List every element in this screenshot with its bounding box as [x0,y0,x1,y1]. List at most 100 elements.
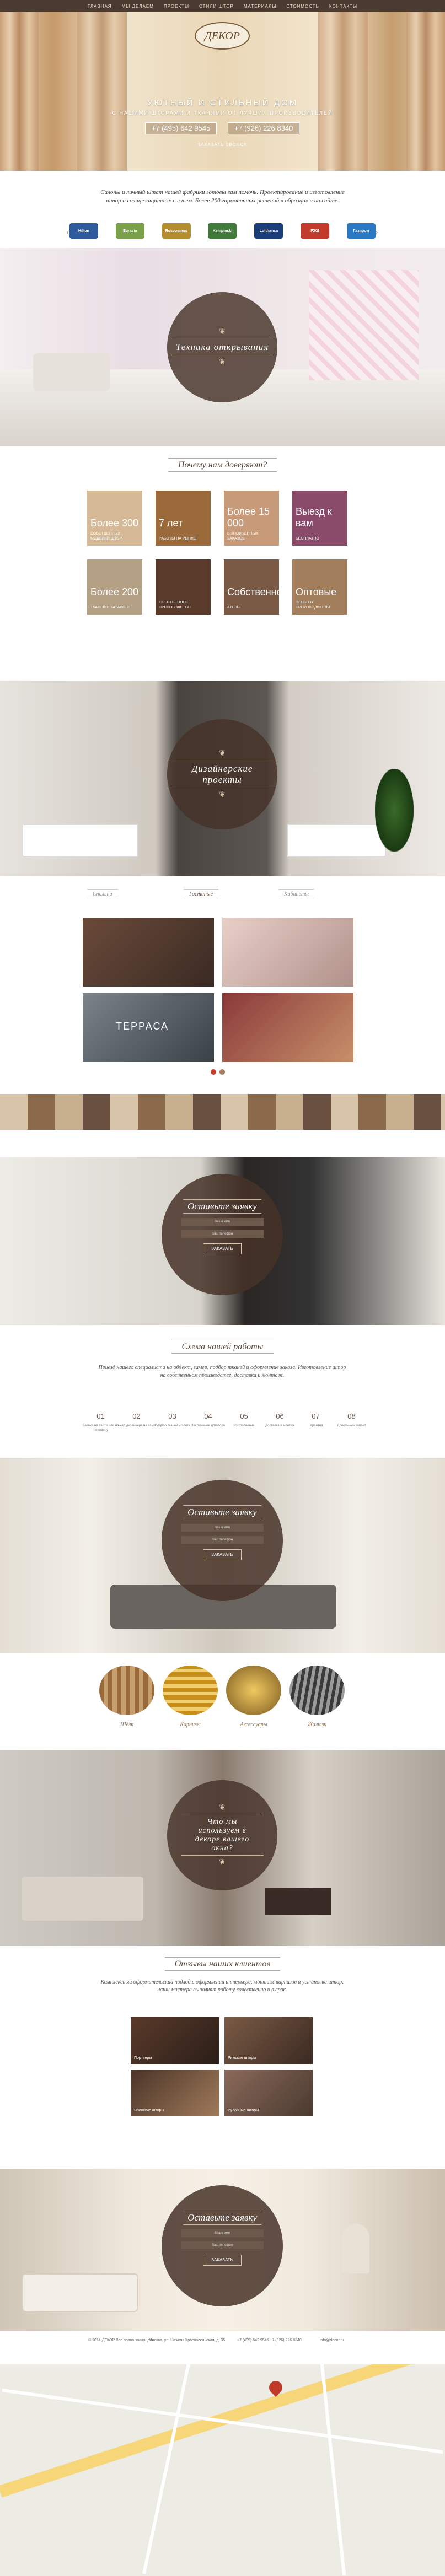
portfolio-text: Комплексный оформительский подход в офор… [100,1979,344,1993]
material-label: Жалюзи [307,1722,327,1728]
nav-item-materials[interactable]: МАТЕРИАЛЫ [244,4,277,9]
top-navigation: ГЛАВНАЯ МЫ ДЕЛАЕМ ПРОЕКТЫ СТИЛИ ШТОР МАТ… [0,0,445,12]
scheme-title: Схема нашей работы [171,1340,274,1354]
brand-logo[interactable]: ДЕКОР [195,22,250,50]
phone-1[interactable]: +7 (495) 642 9545 [145,122,217,134]
portfolio-label: Портьеры [134,2056,152,2060]
project-card[interactable] [83,918,214,987]
name-input[interactable]: Ваше имя [181,2229,264,2237]
why-tile: Более 15 000 выполненных заказов [224,491,279,546]
partner-logo: Газпром [346,223,376,239]
pillow [33,353,110,391]
material-label: Шёлк [120,1722,133,1728]
form-title: Оставьте заявку [183,2211,261,2225]
order-button[interactable]: ЗАКАЗАТЬ [203,1549,242,1560]
portfolio-card[interactable]: Рулонные шторы [224,2070,313,2116]
slider-dot-active[interactable] [211,1069,216,1075]
material-image[interactable] [163,1666,218,1715]
nav-item-price[interactable]: СТОИМОСТЬ [286,4,319,9]
material-image[interactable] [289,1666,345,1715]
partner-logo: Hilton [69,223,98,239]
floral-curtain [309,270,419,380]
name-input[interactable]: Ваше имя [181,1524,264,1532]
portfolio-label: Рулонные шторы [228,2109,259,2112]
sofa [22,1877,143,1921]
portfolio-label: Японские шторы [134,2109,164,2112]
gallery-strip [0,1094,445,1130]
intro-text: Салоны и личный штат нашей фабрики готов… [100,189,345,204]
project-card[interactable] [222,918,353,987]
ornament-icon: ❦ [219,750,226,758]
tile-number: Собственное [227,586,288,597]
portfolio-card[interactable]: Римские шторы [224,2017,313,2064]
tile-desc: бесплатно [296,537,319,541]
phone-input[interactable]: Ваш телефон [181,1536,264,1544]
intro-section: Салоны и личный штат нашей фабрики готов… [0,171,445,248]
partner-logo: Roscosmos [162,223,191,239]
scheme-text: Приезд нашего специалиста на объект, зам… [98,1365,346,1378]
why-tile: Более 200 тканей в каталоге [87,559,142,615]
arrow-right-icon[interactable]: › [375,226,378,238]
phone-2[interactable]: +7 (926) 226 8340 [228,122,299,134]
project-tab[interactable]: Кабинеты [278,889,314,899]
footer-phones[interactable]: +7 (495) 642 9545 +7 (926) 226 8340 [237,2338,320,2343]
why-tile: собственное производство [156,559,211,615]
order-button[interactable]: ЗАКАЗАТЬ [203,1243,242,1254]
tile-number: Выезд к вам [296,506,332,529]
project-tab-active[interactable]: Гостиные [184,889,219,899]
portfolio-title: Отзывы наших клиентов [164,1957,281,1971]
project-tab[interactable]: Спальни [87,889,118,899]
section-circle: ❦ Техника открывания ❦ [167,292,277,402]
material-label: Карнизы [180,1722,201,1728]
project-card[interactable]: ТЕРРАСА [83,993,214,1062]
slider-dot[interactable] [219,1069,225,1075]
nav-item-contacts[interactable]: КОНТАКТЫ [329,4,357,9]
footer-email[interactable]: info@decor.ru [320,2338,403,2343]
map-street [142,2355,192,2574]
order-button[interactable]: ЗАКАЗАТЬ [203,2255,242,2266]
tile-number: Более 200 [90,586,138,597]
tile-number: Оптовые [296,586,337,597]
portfolio-heading: Отзывы наших клиентов [0,1957,445,1971]
material-image[interactable] [226,1666,281,1715]
nav-item-services[interactable]: МЫ ДЕЛАЕМ [122,4,154,9]
partner-logo: Kempinski [208,223,237,239]
ornament-icon: ❦ [219,791,226,799]
project-label: ТЕРРАСА [116,1021,169,1032]
order-form: Оставьте заявку Ваше имя Ваш телефон ЗАК… [162,1480,283,1601]
nav-item-home[interactable]: ГЛАВНАЯ [88,4,112,9]
material-image[interactable] [99,1666,154,1715]
portfolio-label: Римские шторы [228,2056,256,2060]
form-photo-1: Оставьте заявку Ваше имя Ваш телефон ЗАК… [0,1157,445,1325]
nav-item-styles[interactable]: СТИЛИ ШТОР [199,4,234,9]
phone-input[interactable]: Ваш телефон [181,2241,264,2249]
step-desc: Довольный клиент [337,1424,366,1427]
ornament-icon: ❦ [219,1858,226,1867]
tile-desc: цены от производителя [296,601,330,610]
map[interactable] [0,2353,445,2576]
portfolio-card[interactable]: Портьеры [131,2017,219,2064]
why-tile: Выезд к вам бесплатно [292,491,347,546]
phone-input[interactable]: Ваш телефон [181,1230,264,1238]
why-tile: Оптовые цены от производителя [292,559,347,615]
logo-text: ДЕКОР [205,30,240,42]
partner-logo: РЖД [301,223,330,239]
tile-number: 7 лет [159,518,183,529]
ottoman [265,1888,331,1915]
portfolio-card[interactable]: Японские шторы [131,2070,219,2116]
project-card[interactable] [222,993,353,1062]
name-input[interactable]: Ваше имя [181,1218,264,1226]
why-heading: Почему нам доверяют? [0,458,445,472]
callback-link[interactable]: ЗАКАЗАТЬ ЗВОНОК [0,142,445,147]
nav-item-projects[interactable]: ПРОЕКТЫ [164,4,189,9]
map-road [0,2353,425,2498]
decor-photo: ❦ Что мы используем в декоре вашего окна… [0,1750,445,1946]
bedroom-photo: ❦ Техника открывания ❦ [0,248,445,446]
hero-slogan: УЮТНЫЙ И СТИЛЬНЫЙ ДОМ [147,98,298,107]
hero-subslogan: С НАШИМИ ШТОРАМИ И ТКАНЯМИ ОТ ЛУЧШИХ ПРО… [112,110,333,116]
ornament-icon: ❦ [219,328,226,336]
partner-logo: Eurasia [115,223,144,239]
form-title: Оставьте заявку [183,1199,261,1214]
form-photo-3: Оставьте заявку Ваше имя Ваш телефон ЗАК… [0,2169,445,2331]
map-street [2,2388,443,2454]
